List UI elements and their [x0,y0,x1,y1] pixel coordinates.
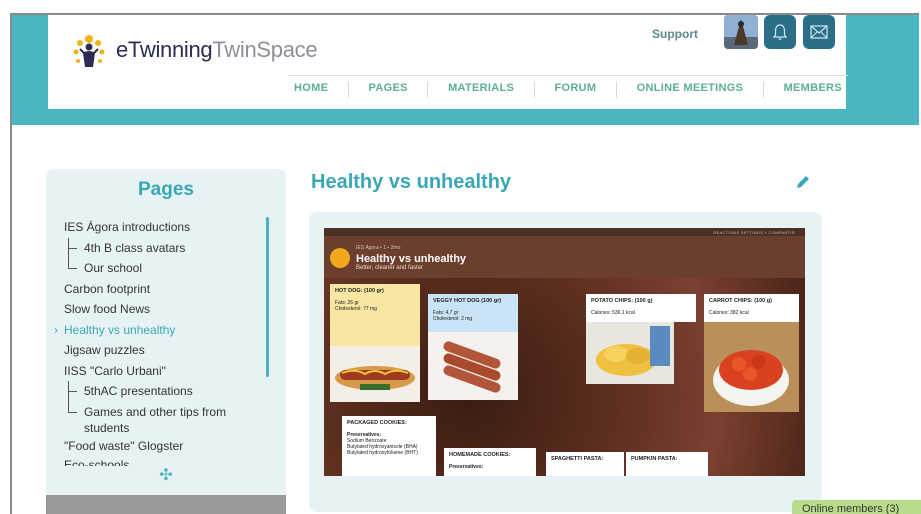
bell-icon [772,24,788,40]
padlet-topbar-actions: REACTIONS SETTINGS + COMPARTIR [713,230,795,235]
pencil-icon[interactable] [794,173,812,191]
nav-divider [762,82,764,98]
avatar-image [724,15,758,49]
padlet-header: IES Ágora • 1 • 2mo Healthy vs unhealthy… [330,238,466,278]
nav-pages[interactable]: PAGES [363,82,414,98]
post-title: POTATO CHIPS: (100 g) [591,298,653,304]
page-item-active[interactable]: › Healthy vs unhealthy [54,320,264,341]
page-title: Healthy vs unhealthy [311,171,512,193]
page-item[interactable]: 5thAC presentations [64,381,264,402]
page-item[interactable]: Slow food News [64,299,264,320]
post-text: Cholesterol: 77 mg [335,306,377,312]
post-text: Cholesterol: 2 mg [433,316,473,322]
post-text: Butylated hydroxytoluene (BHT) [347,450,418,456]
padlet-topbar: REACTIONS SETTINGS + COMPARTIR [324,228,805,236]
etwinning-logo[interactable]: eTwinningTwinSpace [66,27,318,73]
envelope-icon [810,25,828,39]
messages-button[interactable] [803,15,835,49]
online-members-tab[interactable]: Online members (3) [792,500,921,514]
post-title: VEGGY HOT DOG (100 gr) [433,298,502,304]
page-item[interactable]: 4th B class avatars [64,237,264,259]
post-text: Preservatives: [449,464,484,470]
post-text: Calories: 382 kcal [709,310,749,316]
pages-sidebar: Pages IES Ágora introductions 4th B clas… [46,169,286,514]
browser-viewport: eTwinningTwinSpace Support HOME PAGES MA… [10,13,919,514]
padlet-title: Healthy vs unhealthy [356,253,467,265]
nav-divider [427,82,429,98]
post-title: CARROT CHIPS: (100 g) [709,298,772,304]
site-header: eTwinningTwinSpace Support HOME PAGES MA… [48,15,848,109]
padlet-post[interactable]: SPAGHETTI PASTA: [546,452,624,476]
post-title: PACKAGED COOKIES: [347,420,407,426]
sidebar-scrollbar[interactable] [266,217,269,377]
support-link[interactable]: Support [652,27,698,41]
page-item[interactable]: Carbon footprint [64,279,264,300]
padlet-post[interactable]: HOT DOG: (100 gr) Fats: 26 gr Cholestero… [330,284,420,346]
padlet-subtitle: Better, cleaner and faster [356,265,424,271]
nav-online-meetings[interactable]: ONLINE MEETINGS [631,82,750,98]
logo-text-main: eTwinning [116,37,213,62]
page-item[interactable]: Games and other tips from students [64,391,264,436]
veggy-sausage-photo [428,332,518,400]
page-item[interactable]: Our school [64,248,264,279]
nav-members[interactable]: MEMBERS [778,82,848,98]
carrot-chips-photo [704,322,799,412]
logo-wordmark: eTwinningTwinSpace [116,37,318,63]
sidebar-footer [46,495,286,514]
nav-forum[interactable]: FORUM [548,82,602,98]
logo-text-accent: TwinSpace [212,37,318,62]
nav-home[interactable]: HOME [288,82,334,98]
padlet-post[interactable]: VEGGY HOT DOG (100 gr) Fats: 4,7 gr Chol… [428,294,518,332]
post-title: HOMEMADE COOKIES: [449,452,511,458]
potato-chips-photo [586,322,674,384]
post-text: Calories: 536,1 kcal [591,310,635,316]
post-title: HOT DOG: (100 gr) [335,288,384,294]
nav-divider [533,82,535,98]
nav-divider [347,82,349,98]
page-item[interactable]: "Food waste" Glogster [64,436,264,457]
post-title: SPAGHETTI PASTA: [551,456,604,462]
padlet-post[interactable]: HOMEMADE COOKIES: Preservatives: [444,448,536,476]
move-icon[interactable]: ✣ [46,465,286,485]
padlet-logo-icon [330,248,350,268]
nav-divider [615,82,617,98]
chevron-right-icon: › [54,322,58,337]
user-avatar[interactable] [724,15,758,49]
page-item[interactable]: IISS "Carlo Urbani" [64,361,264,382]
nav-materials[interactable]: MATERIALS [442,82,520,98]
sidebar-title: Pages [138,179,194,200]
page-item[interactable]: IES Ágora introductions [64,217,264,238]
padlet-embed[interactable]: REACTIONS SETTINGS + COMPARTIR IES Ágora… [324,228,805,476]
page-item[interactable]: Jigsaw puzzles [64,340,264,361]
main-nav: HOME PAGES MATERIALS FORUM ONLINE MEETIN… [288,75,848,98]
post-title: PUMPKIN PASTA: [631,456,678,462]
hot-dog-photo [330,346,420,402]
page-tree: IES Ágora introductions 4th B class avat… [54,217,264,466]
padlet-post[interactable]: PUMPKIN PASTA: [626,452,708,476]
page-item-label: Healthy vs unhealthy [64,322,176,337]
padlet-post[interactable]: CARROT CHIPS: (100 g) Calories: 382 kcal [704,294,799,322]
etwinning-logo-icon [73,35,105,67]
padlet-post[interactable]: PACKAGED COOKIES: Preservatives: Sodium … [342,416,436,476]
content-card: REACTIONS SETTINGS + COMPARTIR IES Ágora… [309,212,822,512]
padlet-post[interactable]: POTATO CHIPS: (100 g) Calories: 536,1 kc… [586,294,696,322]
padlet-meta: IES Ágora • 1 • 2mo [356,245,401,251]
notifications-button[interactable] [764,15,796,49]
